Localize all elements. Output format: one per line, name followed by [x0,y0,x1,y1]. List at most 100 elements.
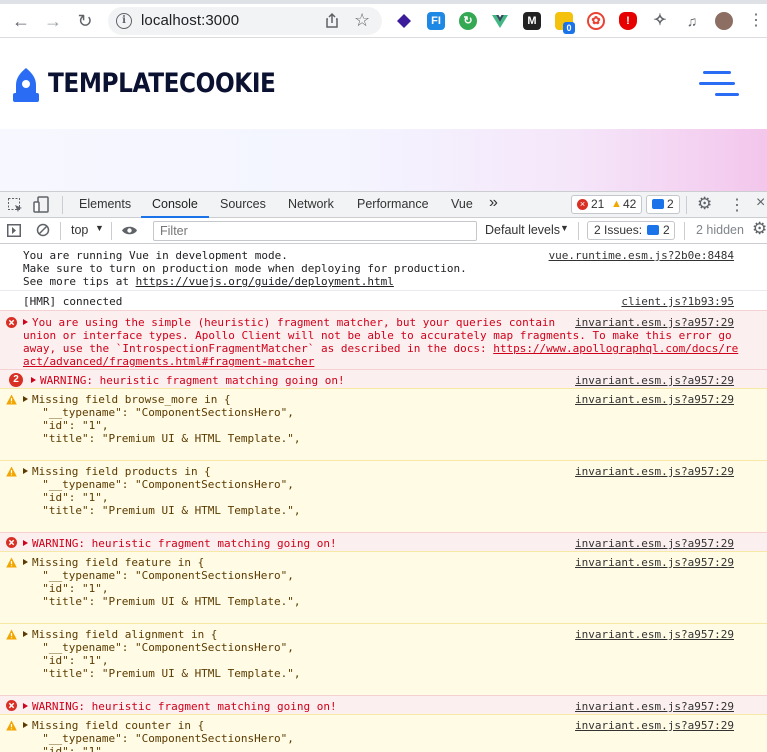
chevron-down-icon: ▼ [95,223,104,233]
expand-triangle-icon [23,468,28,474]
message-line: act/advanced/fragments.html#fragment-mat… [23,355,314,368]
message-line[interactable]: You are using the simple (heuristic) fra… [23,316,555,329]
chevron-down-icon: ▼ [560,223,569,233]
console-error: You are using the simple (heuristic) fra… [0,310,767,369]
issues-button[interactable]: 2 Issues: 2 [587,221,675,240]
source-link[interactable]: invariant.esm.js?a957:29 [575,700,734,713]
message-line: "__typename": "ComponentSectionsHero", [29,478,294,491]
log-levels-select[interactable]: Default levels [485,223,560,237]
console-error: WARNING: heuristic fragment matching goi… [0,532,767,551]
errors-warnings-badge[interactable]: × 21 ▲ 42 [571,195,642,214]
tab-network[interactable]: Network [288,197,334,211]
source-link[interactable]: invariant.esm.js?a957:29 [575,719,734,732]
fi-icon[interactable]: FI [427,12,445,30]
messages-badge[interactable]: 2 [646,195,680,214]
address-bar[interactable]: i localhost:3000 ☆ [108,7,382,35]
message-line: away, use the `IntrospectionFragmentMatc… [23,342,739,355]
console-message: [HMR] connected client.js?1b93:95 [0,290,767,310]
deployment-link[interactable]: https://vuejs.org/guide/deployment.html [136,275,394,288]
notes-icon[interactable]: 0 [555,12,575,34]
source-link[interactable]: invariant.esm.js?a957:29 [575,374,734,387]
message-line[interactable]: Missing field feature in { [23,556,204,569]
tab-elements[interactable]: Elements [79,197,131,211]
tab-vue[interactable]: Vue [451,197,473,211]
sidebar-toggle-icon[interactable] [7,224,21,237]
message-line[interactable]: Missing field browse_more in { [23,393,231,406]
warning-triangle-icon [6,557,17,568]
message-line[interactable]: WARNING: heuristic fragment matching goi… [31,374,345,387]
filter-input[interactable] [154,222,476,240]
forward-button[interactable]: → [41,9,65,33]
devtools-tabbar: Elements Console Sources Network Perform… [0,191,767,218]
source-link[interactable]: invariant.esm.js?a957:29 [575,465,734,478]
message-line[interactable]: Missing field alignment in { [23,628,217,641]
console-settings-gear-icon[interactable]: ⚙ [752,219,767,239]
notes-badge: 0 [563,22,575,34]
error-icon [6,700,17,711]
refresh-ext-icon[interactable]: ↻ [459,12,477,30]
source-link[interactable]: invariant.esm.js?a957:29 [575,556,734,569]
close-devtools-icon[interactable]: × [756,194,765,212]
puzzle-icon[interactable]: ✧ [651,12,669,30]
divider [578,222,579,240]
settings-gear-icon[interactable]: ⚙ [697,194,712,214]
m-icon[interactable]: M [523,12,541,30]
console-message: You are running Vue in development mode.… [0,244,767,290]
divider [686,196,687,214]
devtools-menu-icon[interactable]: ⋮ [729,195,745,215]
tab-console[interactable]: Console [152,197,198,211]
site-info-icon[interactable]: i [116,13,132,29]
more-tabs-icon[interactable]: » [489,194,498,212]
message-line: "id": "1", [29,654,109,667]
hamburger-menu-icon[interactable] [699,70,739,98]
back-button[interactable]: ← [9,9,33,33]
tab-performance[interactable]: Performance [357,197,429,211]
errors-count: 21 [591,197,605,211]
adblock-icon[interactable]: ! [619,12,637,30]
dark-reader-icon[interactable] [395,12,413,30]
message-line[interactable]: WARNING: heuristic fragment matching goi… [23,700,337,713]
warning-triangle-icon [6,629,17,640]
console-warning: Missing field browse_more in { "__typena… [0,388,767,460]
expand-triangle-icon [31,377,36,383]
vue-devtools-icon[interactable] [491,12,509,30]
message-line: [HMR] connected [23,295,123,308]
source-link[interactable]: vue.runtime.esm.js?2b0e:8484 [549,249,734,262]
media-icon[interactable]: ♫ [683,12,701,30]
message-line[interactable]: Missing field counter in { [23,719,204,732]
message-icon [652,199,664,209]
context-select[interactable]: top [71,223,88,237]
live-expression-eye-icon[interactable] [121,225,138,236]
site-logo-text[interactable]: TEMPLATECOOKIE [48,68,276,99]
inspect-element-icon[interactable] [7,197,23,213]
reload-button[interactable]: ↻ [73,9,97,33]
clear-console-icon[interactable] [36,223,50,237]
message-line[interactable]: Missing field products in { [23,465,211,478]
share-icon[interactable] [323,12,341,30]
logo-icon [13,68,39,102]
apollo-docs-link[interactable]: https://www.apollographql.com/docs/re [493,342,738,355]
message-line[interactable]: WARNING: heuristic fragment matching goi… [23,537,337,550]
avatar[interactable] [715,12,733,30]
source-link[interactable]: invariant.esm.js?a957:29 [575,628,734,641]
message-line: See more tips at https://vuejs.org/guide… [23,275,394,288]
console-messages: You are running Vue in development mode.… [0,244,767,752]
message-line: "id": "1", [29,745,109,752]
menu-icon[interactable]: ⋮ [744,9,767,33]
repeat-count-badge: 2 [9,373,23,387]
filter-input-box[interactable] [153,221,477,241]
error-icon: × [577,199,588,210]
source-link[interactable]: invariant.esm.js?a957:29 [575,393,734,406]
console-warning: Missing field products in { "__typename"… [0,460,767,532]
source-link[interactable]: client.js?1b93:95 [621,295,734,308]
console-toolbar: top ▼ Default levels ▼ 2 Issues: 2 2 hid… [0,218,767,244]
source-link[interactable]: invariant.esm.js?a957:29 [575,537,734,550]
expand-triangle-icon [23,722,28,728]
tab-sources[interactable]: Sources [220,197,266,211]
device-toolbar-icon[interactable] [33,196,49,214]
bookmark-star-icon[interactable]: ☆ [354,10,370,31]
apollo-docs-link-cont[interactable]: act/advanced/fragments.html#fragment-mat… [23,355,314,368]
issues-label: 2 Issues: [594,223,643,237]
source-link[interactable]: invariant.esm.js?a957:29 [575,316,734,329]
translate-icon[interactable]: ✿ [587,12,605,30]
